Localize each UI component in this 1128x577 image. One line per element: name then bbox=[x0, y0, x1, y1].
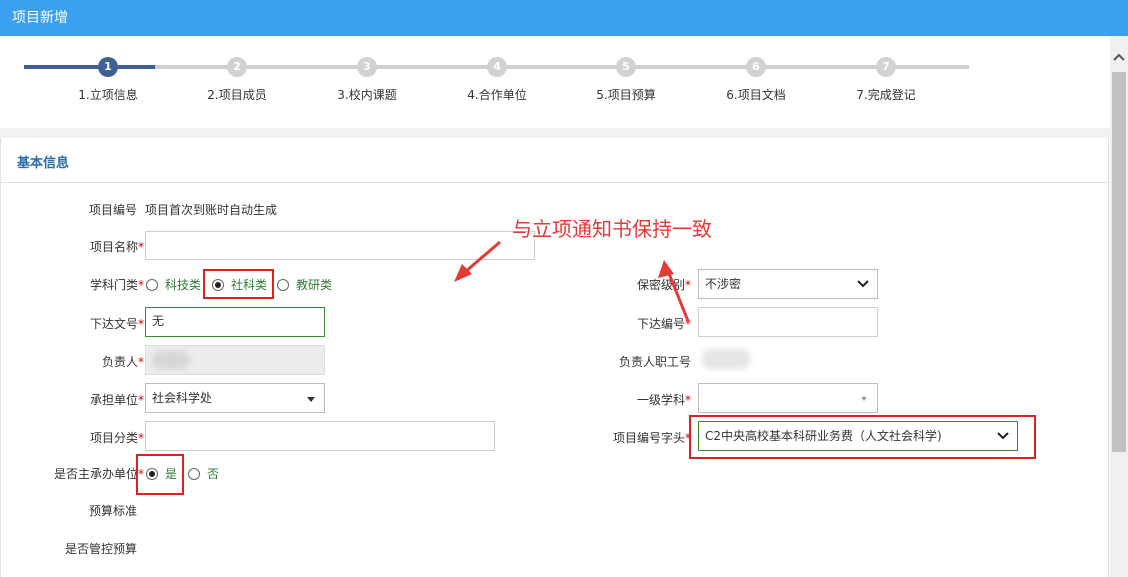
discipline-category-label: 学科门类* bbox=[89, 278, 144, 292]
radio-teaching-research[interactable] bbox=[277, 279, 289, 291]
project-name-label: 项目名称* bbox=[89, 240, 144, 254]
step-3-circle[interactable]: 3 bbox=[357, 57, 377, 77]
undertaking-unit-value: 社会科学处 bbox=[152, 391, 213, 405]
section-underline bbox=[0, 182, 1110, 183]
radio-main-unit-no[interactable] bbox=[188, 468, 200, 480]
radio-social-science-label[interactable]: 社科类 bbox=[231, 276, 267, 293]
progress-stepper: 1 1.立项信息 2 2.项目成员 3 3.校内课题 4 4.合作单位 5 5.… bbox=[24, 36, 984, 116]
stepper-track-active bbox=[24, 65, 155, 69]
window-titlebar: 项目新增 bbox=[0, 0, 1128, 36]
step-1-label[interactable]: 1.立项信息 bbox=[53, 86, 163, 103]
radio-teaching-research-label[interactable]: 教研类 bbox=[296, 276, 332, 293]
redacted-name bbox=[152, 351, 190, 369]
window-title: 项目新增 bbox=[12, 10, 68, 26]
project-code-prefix-value: C2中央高校基本科研业务费（人文社会科学) bbox=[705, 429, 942, 443]
primary-discipline-label: 一级学科* bbox=[636, 393, 691, 407]
undertaking-unit-select[interactable]: 社会科学处 bbox=[145, 383, 325, 413]
leader-label: 负责人* bbox=[101, 355, 144, 369]
scrollbar-thumb[interactable] bbox=[1112, 72, 1126, 452]
leader-input[interactable] bbox=[145, 345, 325, 375]
confidentiality-value: 不涉密 bbox=[705, 277, 742, 291]
caret-down-icon bbox=[859, 384, 869, 424]
confidentiality-select[interactable]: 不涉密 bbox=[698, 269, 878, 299]
radio-main-unit-no-label[interactable]: 否 bbox=[207, 465, 219, 482]
budget-control-label: 是否管控预算 bbox=[64, 542, 137, 556]
arrow-head-down bbox=[658, 260, 674, 278]
project-no-value: 项目首次到账时自动生成 bbox=[145, 203, 278, 217]
stepper-track bbox=[155, 65, 969, 69]
section-title: 基本信息 bbox=[17, 156, 70, 171]
section-divider bbox=[0, 128, 1110, 138]
radio-main-unit-yes-label[interactable]: 是 bbox=[165, 465, 177, 482]
radio-sci-tech-label[interactable]: 科技类 bbox=[165, 276, 201, 293]
project-class-label: 项目分类* bbox=[89, 431, 144, 445]
step-3-label[interactable]: 3.校内课题 bbox=[312, 86, 422, 103]
step-1-circle[interactable]: 1 bbox=[98, 57, 118, 77]
issue-doc-no-input[interactable]: 无 bbox=[145, 307, 325, 337]
step-2-label[interactable]: 2.项目成员 bbox=[182, 86, 292, 103]
chevron-down-icon bbox=[997, 422, 1009, 462]
step-4-label[interactable]: 4.合作单位 bbox=[442, 86, 552, 103]
scroll-up-icon[interactable] bbox=[1110, 50, 1128, 66]
chevron-down-icon bbox=[857, 270, 869, 310]
radio-main-unit-yes[interactable] bbox=[146, 468, 158, 480]
annotation-arrows bbox=[454, 240, 690, 322]
step-7-label[interactable]: 7.完成登记 bbox=[831, 86, 941, 103]
step-2-circle[interactable]: 2 bbox=[227, 57, 247, 77]
project-class-input[interactable] bbox=[145, 421, 495, 451]
radio-sci-tech[interactable] bbox=[146, 279, 158, 291]
caret-down-icon bbox=[306, 384, 316, 424]
project-no-label: 项目编号 bbox=[88, 203, 137, 217]
step-6-label[interactable]: 6.项目文档 bbox=[701, 86, 811, 103]
form-content: 1 1.立项信息 2 2.项目成员 3 3.校内课题 4 4.合作单位 5 5.… bbox=[0, 36, 1110, 577]
step-5-circle[interactable]: 5 bbox=[616, 57, 636, 77]
issue-no-input[interactable] bbox=[698, 307, 878, 337]
step-7-circle[interactable]: 7 bbox=[876, 57, 896, 77]
step-4-circle[interactable]: 4 bbox=[487, 57, 507, 77]
primary-discipline-select[interactable] bbox=[698, 383, 878, 413]
radio-social-science[interactable] bbox=[212, 279, 224, 291]
issue-doc-no-label: 下达文号* bbox=[89, 317, 144, 331]
step-6-circle[interactable]: 6 bbox=[746, 57, 766, 77]
vertical-scrollbar[interactable] bbox=[1110, 36, 1128, 577]
project-code-prefix-select[interactable]: C2中央高校基本科研业务费（人文社会科学) bbox=[698, 421, 1018, 451]
budget-standard-label: 预算标准 bbox=[88, 504, 137, 518]
undertaking-unit-label: 承担单位* bbox=[89, 393, 144, 407]
step-5-label[interactable]: 5.项目预算 bbox=[571, 86, 681, 103]
project-code-prefix-label: 项目编号字头* bbox=[612, 431, 691, 445]
main-unit-label: 是否主承办单位* bbox=[53, 467, 144, 481]
